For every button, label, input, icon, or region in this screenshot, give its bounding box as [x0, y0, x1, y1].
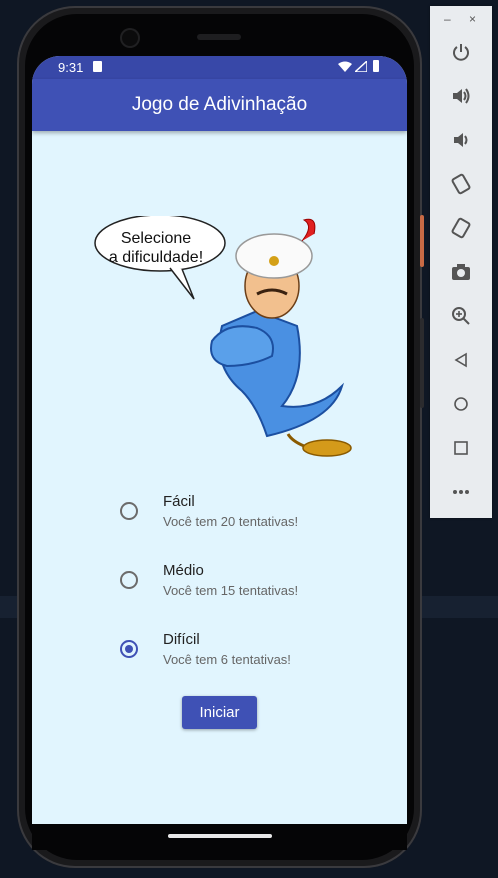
radio-dificil[interactable] — [120, 640, 138, 658]
option-title: Médio — [163, 562, 204, 579]
option-subtitle: Você tem 15 tentativas! — [163, 583, 299, 598]
option-subtitle: Você tem 20 tentativas! — [163, 514, 299, 529]
minimize-button[interactable]: – — [444, 12, 451, 26]
speech-line-2: a dificuldade! — [108, 249, 204, 266]
earpiece-speaker — [197, 34, 241, 40]
speech-line-1: Selecione — [120, 230, 192, 247]
home-button[interactable] — [430, 389, 492, 419]
rotate-left-button[interactable] — [430, 169, 492, 199]
option-medio[interactable]: Médio Você tem 15 tentativas! — [118, 562, 378, 631]
volume-side-button — [420, 318, 424, 408]
front-camera — [120, 28, 140, 48]
volume-down-icon — [454, 133, 468, 147]
status-bar: 9:31 — [32, 56, 407, 79]
power-button[interactable] — [430, 37, 492, 67]
difficulty-options: Fácil Você tem 20 tentativas! Médio Você… — [118, 493, 378, 700]
rotate-right-button[interactable] — [430, 213, 492, 243]
app-screen: 9:31 Jogo de Adivinhação Selecione a dif… — [32, 56, 407, 824]
option-dificil[interactable]: Difícil Você tem 6 tentativas! — [118, 631, 378, 700]
close-button[interactable]: × — [469, 12, 476, 26]
wifi-icon — [338, 61, 352, 72]
option-title: Difícil — [163, 631, 200, 648]
volume-up-icon — [453, 88, 470, 104]
volume-down-button[interactable] — [430, 125, 492, 155]
status-time: 9:31 — [58, 60, 84, 75]
screenshot-button[interactable] — [430, 257, 492, 287]
battery-icon — [373, 60, 379, 72]
gesture-nav-bar — [32, 824, 407, 850]
home-gesture-pill[interactable] — [168, 834, 272, 838]
speech-bubble-text: Selecione a dificuldade! — [98, 229, 214, 267]
app-title: Jogo de Adivinhação — [131, 94, 308, 115]
back-button[interactable] — [430, 345, 492, 375]
option-subtitle: Você tem 6 tentativas! — [163, 652, 291, 667]
zoom-icon — [452, 307, 470, 325]
option-title: Fácil — [163, 493, 195, 510]
app-bar: Jogo de Adivinhação — [32, 79, 407, 131]
signal-icon — [355, 61, 367, 72]
radio-facil[interactable] — [120, 502, 138, 520]
zoom-button[interactable] — [430, 301, 492, 331]
volume-up-button[interactable] — [430, 81, 492, 111]
rotate-left-icon — [451, 173, 471, 195]
back-icon — [454, 352, 467, 368]
camera-icon — [452, 264, 470, 280]
power-side-button — [420, 215, 424, 267]
emulator-toolbar: – × — [430, 6, 492, 518]
more-icon — [453, 490, 469, 494]
radio-medio[interactable] — [120, 571, 138, 589]
start-button[interactable]: Iniciar — [182, 696, 257, 729]
overview-button[interactable] — [430, 433, 492, 463]
sd-card-icon — [93, 61, 102, 72]
rotate-right-icon — [451, 217, 471, 239]
home-icon — [454, 397, 468, 411]
power-icon — [453, 44, 469, 61]
overview-icon — [454, 441, 468, 455]
option-facil[interactable]: Fácil Você tem 20 tentativas! — [118, 493, 378, 562]
more-button[interactable] — [430, 477, 492, 507]
